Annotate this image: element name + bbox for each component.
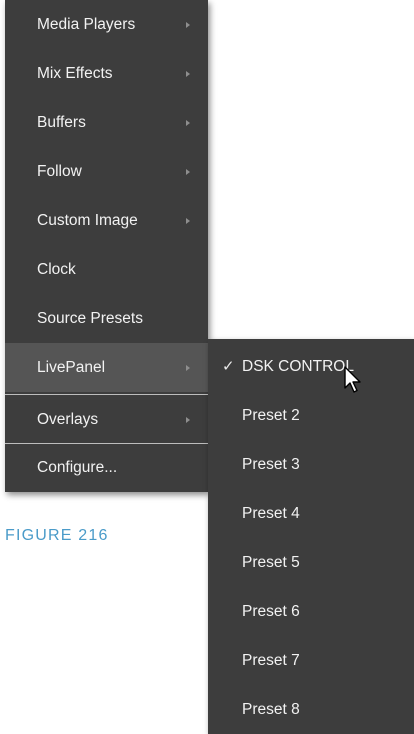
- figure-caption: FIGURE 216: [5, 527, 109, 544]
- submenu-item-label: Preset 6: [242, 602, 300, 620]
- menu-item-custom-image[interactable]: Custom Image: [5, 196, 208, 245]
- submenu-item-preset-8[interactable]: Preset 8: [208, 685, 414, 734]
- checkmark-icon: ✓: [222, 357, 235, 375]
- submenu-item-label: Preset 2: [242, 406, 300, 424]
- menu-item-configure[interactable]: Configure...: [5, 443, 208, 492]
- submenu-item-preset-3[interactable]: Preset 3: [208, 440, 414, 489]
- menu-item-label: Buffers: [37, 113, 86, 131]
- context-menu: Media Players Mix Effects Buffers Follow…: [5, 0, 208, 492]
- submenu-item-preset-6[interactable]: Preset 6: [208, 587, 414, 636]
- screen: Media Players Mix Effects Buffers Follow…: [0, 0, 414, 734]
- menu-item-source-presets[interactable]: Source Presets: [5, 294, 208, 343]
- submenu-item-dsk-control[interactable]: ✓ DSK CONTROL: [208, 342, 414, 391]
- submenu-arrow-icon: [186, 21, 190, 28]
- menu-item-label: Mix Effects: [37, 64, 113, 82]
- submenu-arrow-icon: [186, 416, 190, 423]
- livepanel-submenu: ✓ DSK CONTROL Preset 2 Preset 3 Preset 4…: [208, 339, 414, 734]
- menu-item-livepanel[interactable]: LivePanel: [5, 343, 208, 392]
- submenu-arrow-icon: [186, 70, 190, 77]
- menu-item-clock[interactable]: Clock: [5, 245, 208, 294]
- submenu-item-preset-7[interactable]: Preset 7: [208, 636, 414, 685]
- submenu-item-preset-4[interactable]: Preset 4: [208, 489, 414, 538]
- menu-item-label: Custom Image: [37, 211, 138, 229]
- submenu-item-preset-5[interactable]: Preset 5: [208, 538, 414, 587]
- menu-item-mix-effects[interactable]: Mix Effects: [5, 49, 208, 98]
- submenu-arrow-icon: [186, 168, 190, 175]
- menu-item-label: Follow: [37, 162, 82, 180]
- menu-item-media-players[interactable]: Media Players: [5, 0, 208, 49]
- submenu-item-label: Preset 5: [242, 553, 300, 571]
- menu-item-follow[interactable]: Follow: [5, 147, 208, 196]
- submenu-item-label: Preset 3: [242, 455, 300, 473]
- menu-item-label: LivePanel: [37, 358, 106, 376]
- mouse-pointer-icon: [344, 366, 361, 393]
- menu-item-overlays[interactable]: Overlays: [5, 395, 208, 444]
- menu-item-label: Clock: [37, 260, 76, 278]
- submenu-item-label: Preset 8: [242, 700, 300, 718]
- submenu-arrow-icon: [186, 364, 190, 371]
- submenu-arrow-icon: [186, 217, 190, 224]
- submenu-item-label: DSK CONTROL: [242, 357, 354, 375]
- submenu-arrow-icon: [186, 119, 190, 126]
- menu-item-label: Source Presets: [37, 309, 143, 327]
- submenu-item-label: Preset 7: [242, 651, 300, 669]
- menu-item-buffers[interactable]: Buffers: [5, 98, 208, 147]
- menu-item-label: Configure...: [37, 458, 118, 476]
- menu-item-label: Media Players: [37, 15, 136, 33]
- submenu-item-label: Preset 4: [242, 504, 300, 522]
- submenu-item-preset-2[interactable]: Preset 2: [208, 391, 414, 440]
- menu-item-label: Overlays: [37, 410, 99, 428]
